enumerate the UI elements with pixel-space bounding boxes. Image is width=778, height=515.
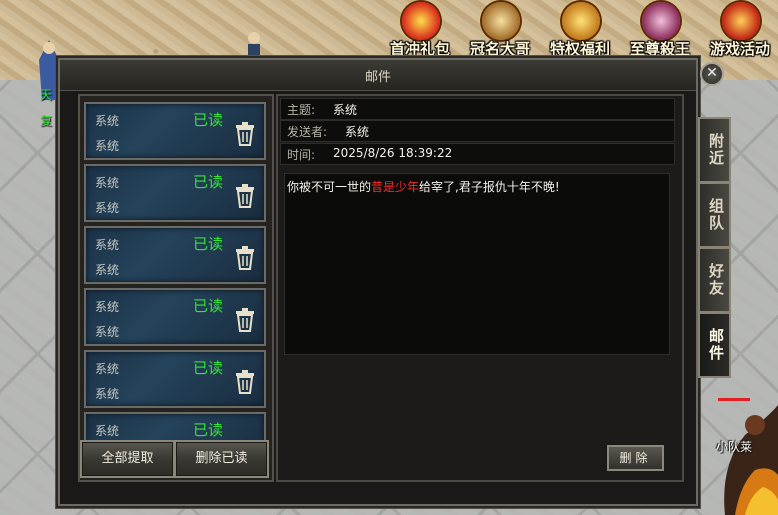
top-menu-item-crown-title[interactable]: 冠名大哥 bbox=[460, 0, 540, 58]
first-charge-gift-icon bbox=[402, 2, 440, 40]
delete-read-button[interactable]: 删除已读 bbox=[174, 440, 269, 478]
tab-friends[interactable]: 好友 bbox=[698, 247, 731, 313]
time-label: 时间: bbox=[287, 148, 316, 162]
mail-item-subject: 系统 bbox=[95, 325, 120, 339]
tab-mail[interactable]: 邮件 bbox=[698, 312, 731, 378]
top-menu-label: 特权福利 bbox=[549, 40, 610, 58]
mail-item-sender: 系统 bbox=[95, 238, 120, 252]
mail-item-sender: 系统 bbox=[95, 114, 120, 128]
trash-icon[interactable] bbox=[234, 246, 256, 270]
mail-list-item[interactable]: 系统 系统 已读 bbox=[84, 102, 266, 160]
delete-button[interactable]: 删除 bbox=[607, 445, 664, 471]
subject-value: 系统 bbox=[333, 103, 358, 117]
mail-list-panel[interactable]: 系统 系统 已读 系统 系统 已读 系统 系统 已读 系统 系统 已读 系统 系… bbox=[78, 94, 274, 482]
crown-title-icon bbox=[482, 2, 520, 40]
body-player-name[interactable]: 昔是少年 bbox=[371, 180, 419, 194]
body-text-part1: 你被不可一世的 bbox=[287, 180, 372, 194]
treasure-chest-icon bbox=[562, 2, 600, 40]
top-menu-label: 冠名大哥 bbox=[469, 40, 530, 58]
top-menu-label: 至尊殺王 bbox=[629, 40, 690, 58]
tab-nearby[interactable]: 附近 bbox=[698, 117, 731, 183]
trash-icon[interactable] bbox=[234, 122, 256, 146]
mail-item-sender: 系统 bbox=[95, 362, 120, 376]
mail-item-status: 已读 bbox=[193, 421, 224, 439]
mail-item-sender: 系统 bbox=[95, 300, 120, 314]
mail-item-status: 已读 bbox=[193, 297, 224, 315]
top-menu-label: 首冲礼包 bbox=[389, 40, 450, 58]
mail-body-text: 你被不可一世的昔是少年给宰了,君子报仇十年不晚! bbox=[287, 178, 560, 195]
mail-item-status: 已读 bbox=[193, 173, 224, 191]
top-menu-item-first-charge[interactable]: 首冲礼包 bbox=[380, 0, 460, 58]
close-button[interactable]: ✕ bbox=[700, 62, 724, 86]
mail-item-subject: 系统 bbox=[95, 139, 120, 153]
collect-all-button[interactable]: 全部提取 bbox=[80, 440, 175, 478]
tab-team[interactable]: 组队 bbox=[698, 182, 731, 248]
npc-character-sprite[interactable] bbox=[242, 30, 266, 60]
sender-label: 发送者: bbox=[287, 125, 328, 139]
mail-item-sender: 系统 bbox=[95, 176, 120, 190]
player-hp-bar bbox=[718, 398, 750, 401]
mail-item-sender: 系统 bbox=[95, 424, 120, 438]
top-activity-menu: 首冲礼包 冠名大哥 特权福利 至尊殺王 游戏活动 bbox=[380, 0, 778, 58]
time-value: 2025/8/26 18:39:22 bbox=[333, 146, 453, 160]
trash-icon[interactable] bbox=[234, 184, 256, 208]
top-menu-item-supreme[interactable]: 至尊殺王 bbox=[620, 0, 700, 58]
mail-list-item[interactable]: 系统 系统 已读 bbox=[84, 226, 266, 284]
mail-item-subject: 系统 bbox=[95, 387, 120, 401]
sender-row: 发送者: 系统 bbox=[280, 120, 675, 142]
top-menu-label: 游戏活动 bbox=[709, 40, 770, 58]
mail-body[interactable]: 你被不可一世的昔是少年给宰了,君子报仇十年不晚! bbox=[284, 173, 670, 355]
supreme-emblem-icon bbox=[642, 2, 680, 40]
top-menu-item-activity[interactable]: 游戏活动 bbox=[700, 0, 778, 58]
npc-figure-icon bbox=[248, 32, 260, 60]
mail-item-subject: 系统 bbox=[95, 263, 120, 277]
player-name-label: 小队莱 bbox=[716, 440, 753, 454]
subject-label: 主题: bbox=[287, 103, 316, 117]
mail-item-subject: 系统 bbox=[95, 201, 120, 215]
dialog-title-bar[interactable]: 邮件 bbox=[60, 60, 696, 91]
mail-item-status: 已读 bbox=[193, 235, 224, 253]
trash-icon[interactable] bbox=[234, 308, 256, 332]
body-text-part2: 给宰了,君子报仇十年不晚! bbox=[419, 180, 560, 194]
mail-list-item[interactable]: 系统 系统 已读 bbox=[84, 164, 266, 222]
sender-value: 系统 bbox=[345, 125, 370, 139]
left-character-name: 天 bbox=[40, 88, 53, 102]
mail-item-status: 已读 bbox=[193, 111, 224, 129]
subject-row: 主题: 系统 bbox=[280, 98, 675, 120]
dialog-title: 邮件 bbox=[364, 70, 391, 85]
top-menu-item-privilege[interactable]: 特权福利 bbox=[540, 0, 620, 58]
player-character-sprite[interactable] bbox=[715, 395, 778, 515]
left-character-name-2: 复 bbox=[40, 114, 53, 128]
mail-list-item[interactable]: 系统 系统 已读 bbox=[84, 350, 266, 408]
activity-icon bbox=[722, 2, 760, 40]
time-row: 时间: 2025/8/26 18:39:22 bbox=[280, 143, 675, 165]
mail-list-item[interactable]: 系统 系统 已读 bbox=[84, 288, 266, 346]
trash-icon[interactable] bbox=[234, 370, 256, 394]
mail-item-status: 已读 bbox=[193, 359, 224, 377]
